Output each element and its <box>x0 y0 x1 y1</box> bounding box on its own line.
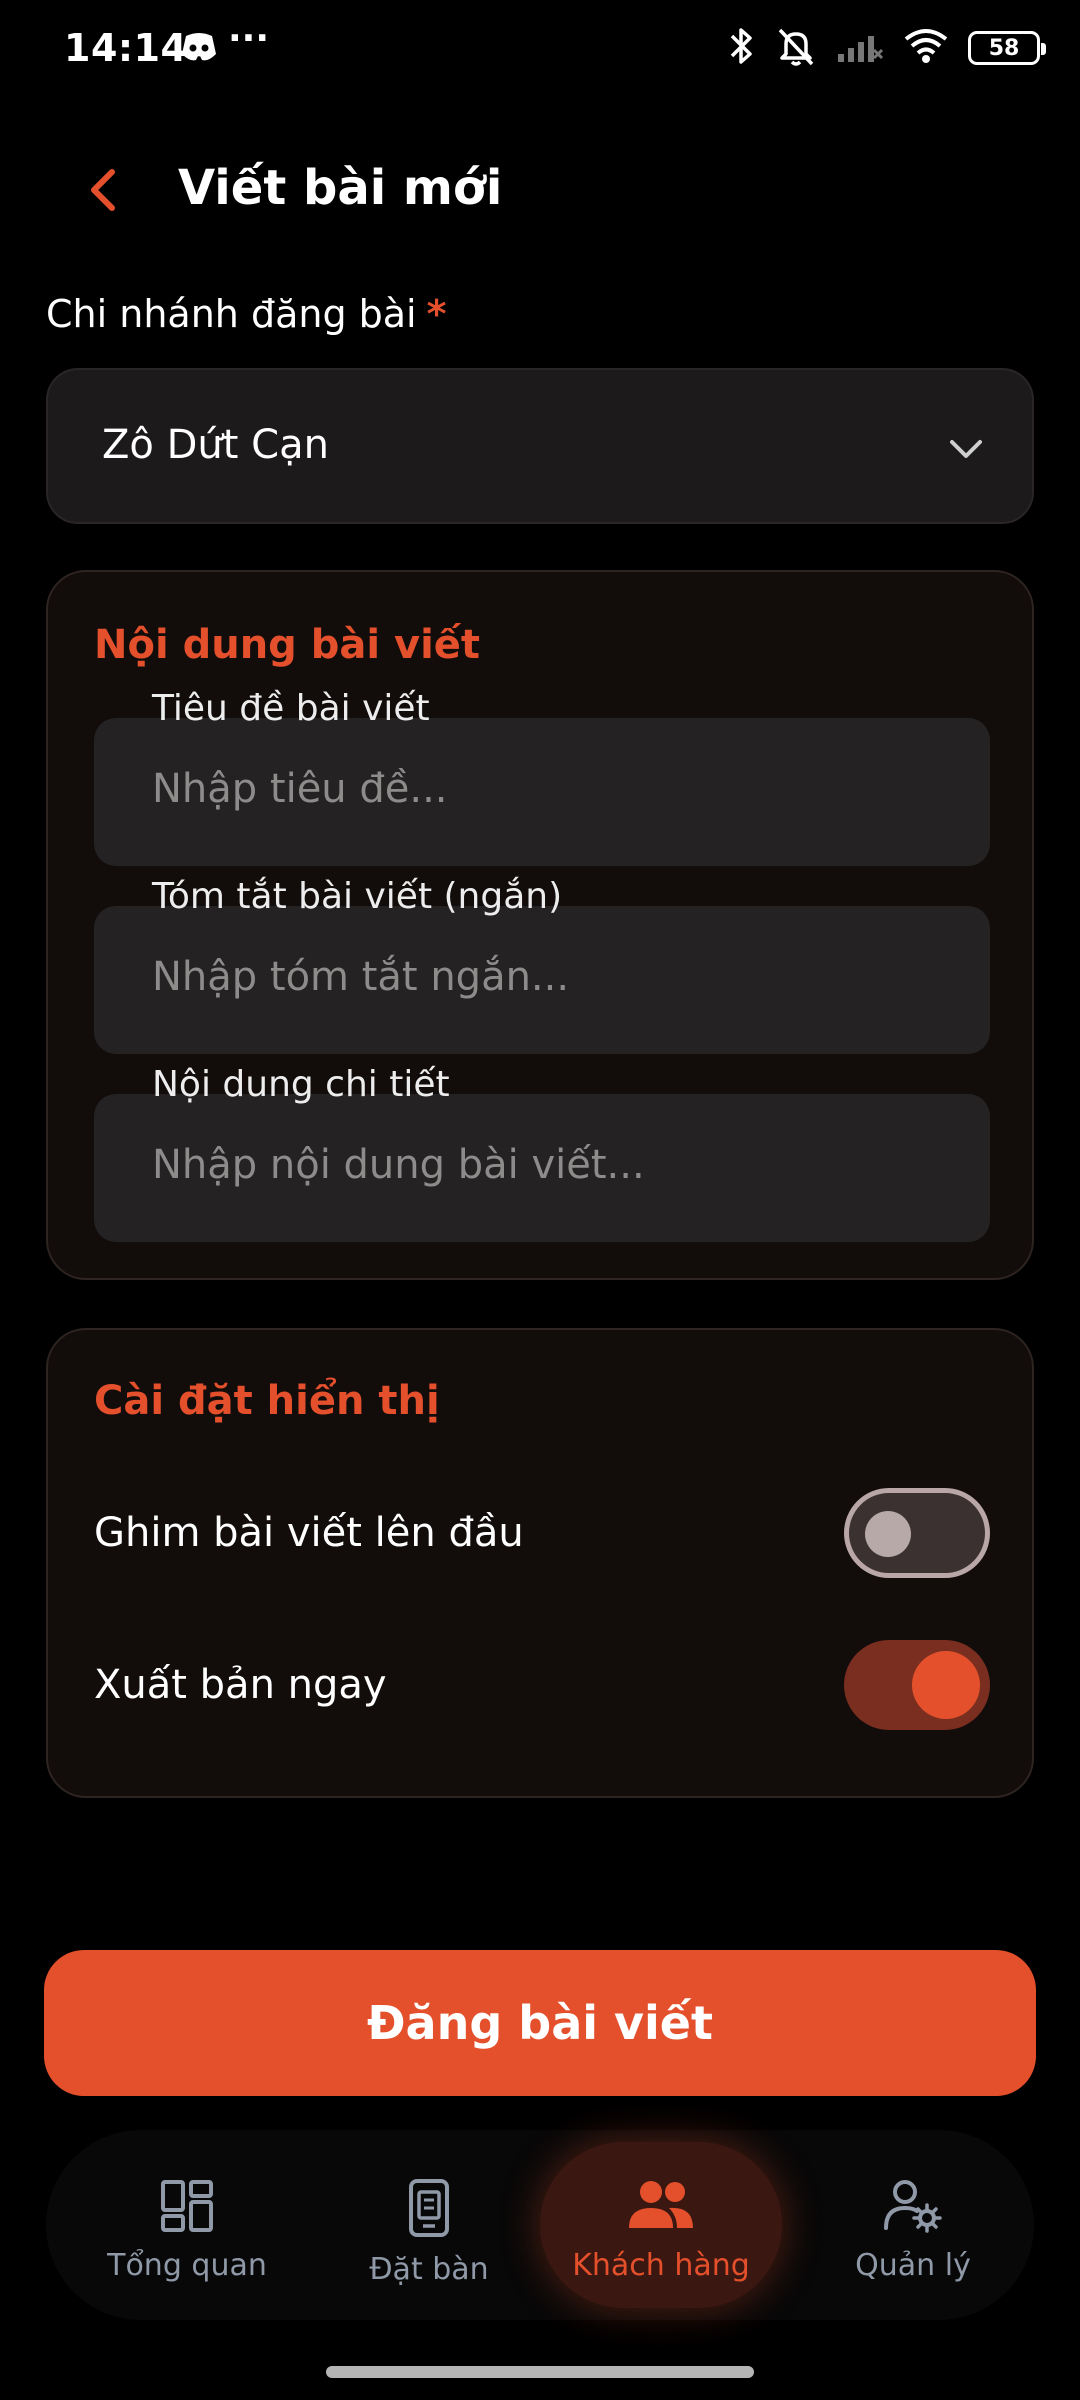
title-placeholder: Nhập tiêu đề... <box>152 766 448 812</box>
branch-select[interactable]: Zô Dứt Cạn <box>46 368 1034 524</box>
detail-field: Nhập nội dung bài viết... Nội dung chi t… <box>94 1064 990 1248</box>
status-time: 14:14 <box>64 26 188 70</box>
signal-icon <box>836 28 884 68</box>
branch-label: Chi nhánh đăng bài * <box>46 292 447 336</box>
summary-label: Tóm tắt bài viết (ngắn) <box>152 876 563 917</box>
publish-now-label: Xuất bản ngay <box>94 1662 387 1708</box>
chevron-left-icon <box>91 169 115 211</box>
toggle-knob <box>912 1651 980 1719</box>
customers-icon <box>629 2181 693 2228</box>
display-card-heading: Cài đặt hiển thị <box>94 1378 440 1424</box>
branch-label-text: Chi nhánh đăng bài <box>46 292 417 336</box>
user-settings-icon <box>884 2180 942 2233</box>
required-star: * <box>426 292 447 336</box>
nav-label: Khách hàng <box>572 2248 750 2283</box>
pin-post-row: Ghim bài viết lên đầu <box>94 1488 990 1580</box>
mute-icon <box>774 24 818 72</box>
battery-level: 58 <box>988 35 1020 61</box>
content-card: Nội dung bài viết Nhập tiêu đề... Tiêu đ… <box>46 570 1034 1280</box>
nav-label: Đặt bàn <box>369 2252 489 2287</box>
nav-item-overview[interactable]: Tổng quan <box>66 2142 308 2308</box>
title-field: Nhập tiêu đề... Tiêu đề bài viết <box>94 688 990 872</box>
content-card-heading: Nội dung bài viết <box>94 622 481 668</box>
detail-label: Nội dung chi tiết <box>152 1064 450 1105</box>
page-title: Viết bài mới <box>178 160 503 216</box>
discord-icon <box>180 30 218 68</box>
publish-now-row: Xuất bản ngay <box>94 1640 990 1732</box>
summary-placeholder: Nhập tóm tắt ngắn... <box>152 954 570 1000</box>
nav-label: Tổng quan <box>107 2248 267 2283</box>
more-icon: ··· <box>228 18 270 59</box>
nav-item-management[interactable]: Quản lý <box>792 2142 1034 2308</box>
status-icons: 58 <box>728 22 1046 74</box>
bluetooth-icon <box>728 24 756 72</box>
nav-label: Quản lý <box>855 2248 971 2283</box>
title-label: Tiêu đề bài viết <box>152 688 430 729</box>
status-bar: 14:14 ··· 58 <box>0 0 1080 96</box>
screen: 14:14 ··· 58 Viết bài mới Chi nhánh đăng… <box>0 0 1080 2400</box>
nav-item-booking[interactable]: Đặt bàn <box>308 2142 550 2308</box>
dashboard-icon <box>161 2180 213 2232</box>
branch-select-value: Zô Dứt Cạn <box>102 422 329 468</box>
booking-icon <box>409 2179 449 2237</box>
toggle-knob <box>865 1511 911 1557</box>
summary-input[interactable]: Nhập tóm tắt ngắn... <box>94 906 990 1054</box>
pin-post-toggle[interactable] <box>844 1488 990 1578</box>
detail-input[interactable]: Nhập nội dung bài viết... <box>94 1094 990 1242</box>
title-input[interactable]: Nhập tiêu đề... <box>94 718 990 866</box>
submit-post-button[interactable]: Đăng bài viết <box>44 1950 1036 2096</box>
summary-field: Nhập tóm tắt ngắn... Tóm tắt bài viết (n… <box>94 876 990 1060</box>
chevron-down-icon <box>944 426 988 474</box>
display-settings-card: Cài đặt hiển thị Ghim bài viết lên đầu X… <box>46 1328 1034 1798</box>
pin-post-label: Ghim bài viết lên đầu <box>94 1510 524 1556</box>
detail-placeholder: Nhập nội dung bài viết... <box>152 1142 645 1188</box>
publish-now-toggle[interactable] <box>844 1640 990 1730</box>
wifi-icon <box>902 27 950 69</box>
nav-item-customers[interactable]: Khách hàng <box>540 2142 782 2308</box>
home-indicator[interactable] <box>326 2366 754 2378</box>
back-button[interactable] <box>72 158 136 222</box>
battery-icon: 58 <box>968 31 1046 65</box>
bottom-nav: Tổng quan Đặt bàn Khách hàng Quản lý <box>46 2130 1034 2320</box>
